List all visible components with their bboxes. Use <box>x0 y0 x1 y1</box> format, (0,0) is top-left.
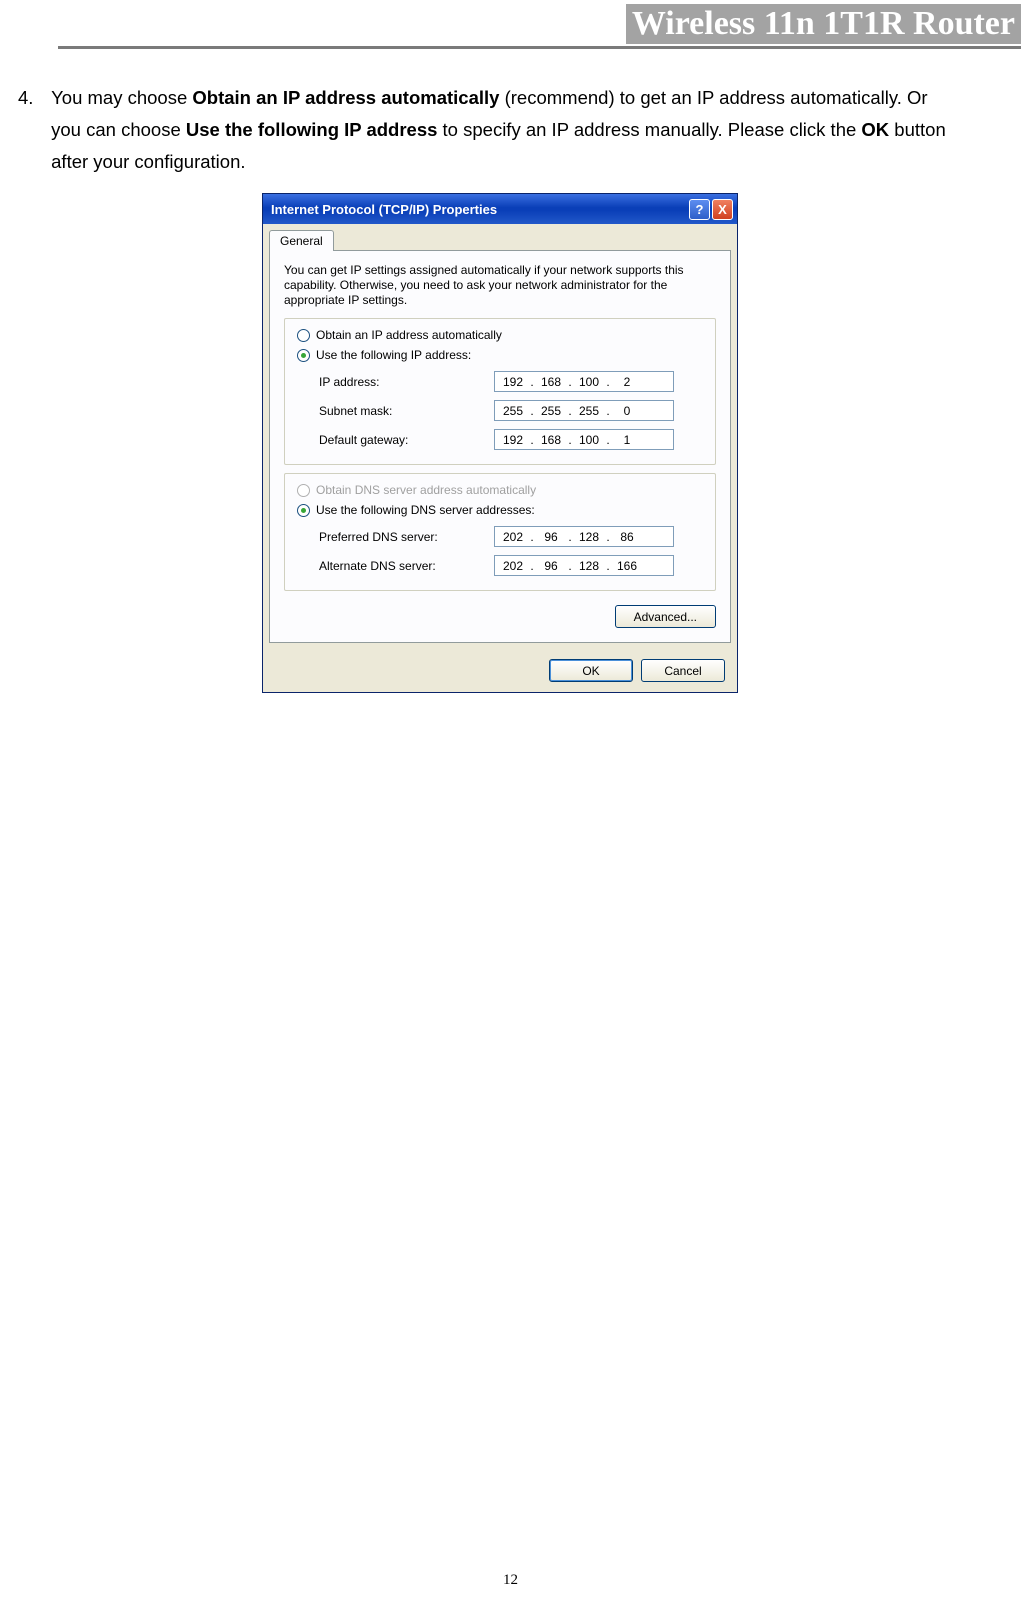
header-divider <box>58 46 1021 49</box>
ok-button[interactable]: OK <box>549 659 633 682</box>
ip-fields: IP address: 192. 168. 100. 2 Subnet mask… <box>293 365 707 464</box>
radio-icon <box>297 329 310 342</box>
ip-octet: 255 <box>573 404 605 418</box>
ip-octet: 2 <box>611 375 643 389</box>
list-number: 4. <box>18 82 46 114</box>
help-button[interactable]: ? <box>689 199 710 220</box>
use-following-ip-row[interactable]: Use the following IP address: <box>293 345 707 365</box>
bold-fragment: Obtain an IP address automatically <box>192 87 499 108</box>
close-icon: X <box>718 202 727 217</box>
bold-fragment: Use the following IP address <box>186 119 438 140</box>
instruction-text: You may choose Obtain an IP address auto… <box>51 82 946 178</box>
subnet-row: Subnet mask: 255. 255. 255. 0 <box>319 396 707 425</box>
radio-label-disabled: Obtain DNS server address automatically <box>316 483 536 497</box>
alt-dns-row: Alternate DNS server: 202. 96. 128. 166 <box>319 551 707 580</box>
field-label: Subnet mask: <box>319 404 494 418</box>
text-fragment: to specify an IP address manually. Pleas… <box>437 119 861 140</box>
advanced-button[interactable]: Advanced... <box>615 605 716 628</box>
instruction-paragraph: 4. You may choose Obtain an IP address a… <box>18 82 951 178</box>
dialog-title: Internet Protocol (TCP/IP) Properties <box>271 202 689 217</box>
ip-octet: 96 <box>535 530 567 544</box>
dialog-body: General You can get IP settings assigned… <box>263 224 737 692</box>
radio-label: Use the following IP address: <box>316 348 471 362</box>
gateway-row: Default gateway: 192. 168. 100. 1 <box>319 425 707 454</box>
document-page: Wireless 11n 1T1R Router 4. You may choo… <box>0 0 1021 1601</box>
bold-fragment: OK <box>861 119 889 140</box>
dns-fields: Preferred DNS server: 202. 96. 128. 86 A… <box>293 520 707 590</box>
titlebar-buttons: ? X <box>689 199 733 220</box>
ip-octet: 128 <box>573 530 605 544</box>
ip-octet: 96 <box>535 559 567 573</box>
ip-octet: 192 <box>497 433 529 447</box>
radio-label: Obtain an IP address automatically <box>316 328 502 342</box>
ip-octet: 255 <box>497 404 529 418</box>
field-label: Alternate DNS server: <box>319 559 494 573</box>
ip-address-input[interactable]: 192. 168. 100. 2 <box>494 371 674 392</box>
ip-octet: 192 <box>497 375 529 389</box>
radio-checked-icon <box>297 349 310 362</box>
general-panel: You can get IP settings assigned automat… <box>269 250 731 643</box>
ip-octet: 1 <box>611 433 643 447</box>
ip-octet: 255 <box>535 404 567 418</box>
field-label: Preferred DNS server: <box>319 530 494 544</box>
titlebar[interactable]: Internet Protocol (TCP/IP) Properties ? … <box>263 194 737 224</box>
ip-octet: 100 <box>573 375 605 389</box>
gateway-input[interactable]: 192. 168. 100. 1 <box>494 429 674 450</box>
ip-address-row: IP address: 192. 168. 100. 2 <box>319 367 707 396</box>
dialog-footer: OK Cancel <box>263 649 737 692</box>
pref-dns-row: Preferred DNS server: 202. 96. 128. 86 <box>319 522 707 551</box>
tab-strip: General <box>263 224 737 251</box>
alternate-dns-input[interactable]: 202. 96. 128. 166 <box>494 555 674 576</box>
obtain-ip-auto-row[interactable]: Obtain an IP address automatically <box>293 325 707 345</box>
field-label: IP address: <box>319 375 494 389</box>
tab-general[interactable]: General <box>269 230 334 251</box>
ip-octet: 0 <box>611 404 643 418</box>
subnet-input[interactable]: 255. 255. 255. 0 <box>494 400 674 421</box>
dns-group: Obtain DNS server address automatically … <box>284 473 716 591</box>
preferred-dns-input[interactable]: 202. 96. 128. 86 <box>494 526 674 547</box>
radio-label: Use the following DNS server addresses: <box>316 503 535 517</box>
ip-octet: 166 <box>611 559 643 573</box>
ip-octet: 168 <box>535 433 567 447</box>
ip-octet: 100 <box>573 433 605 447</box>
page-number: 12 <box>0 1572 1021 1589</box>
radio-disabled-icon <box>297 484 310 497</box>
field-label: Default gateway: <box>319 433 494 447</box>
radio-checked-icon <box>297 504 310 517</box>
ip-octet: 202 <box>497 530 529 544</box>
ip-octet: 168 <box>535 375 567 389</box>
ip-octet: 202 <box>497 559 529 573</box>
ip-octet: 128 <box>573 559 605 573</box>
question-icon: ? <box>696 202 704 217</box>
ip-octet: 86 <box>611 530 643 544</box>
obtain-dns-auto-row: Obtain DNS server address automatically <box>293 480 707 500</box>
ip-group: Obtain an IP address automatically Use t… <box>284 318 716 465</box>
description-text: You can get IP settings assigned automat… <box>284 263 716 308</box>
use-following-dns-row[interactable]: Use the following DNS server addresses: <box>293 500 707 520</box>
tcpip-properties-dialog: Internet Protocol (TCP/IP) Properties ? … <box>262 193 738 693</box>
cancel-button[interactable]: Cancel <box>641 659 725 682</box>
header-title: Wireless 11n 1T1R Router <box>626 4 1021 44</box>
close-button[interactable]: X <box>712 199 733 220</box>
advanced-row: Advanced... <box>284 599 716 628</box>
text-fragment: You may choose <box>51 87 192 108</box>
